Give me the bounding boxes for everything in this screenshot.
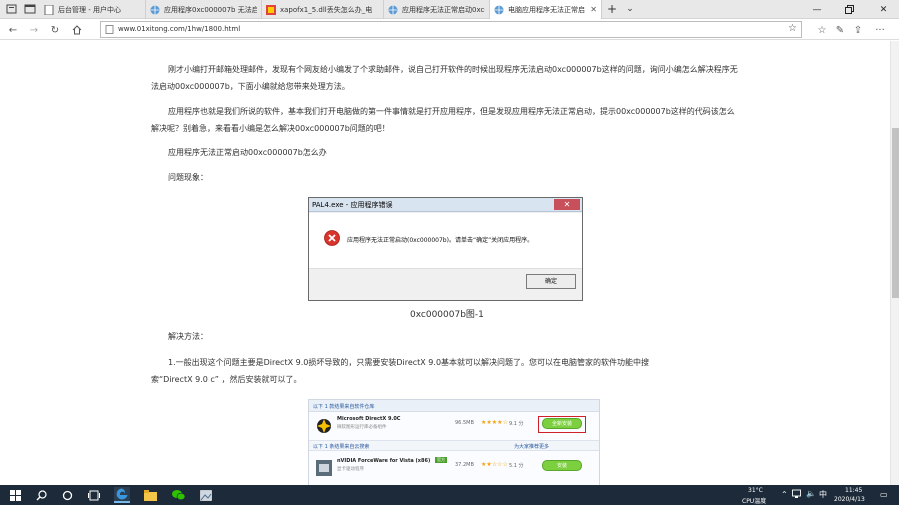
more-icon[interactable]: ··· bbox=[873, 23, 887, 37]
restore-button[interactable] bbox=[834, 0, 864, 19]
software-name: nVIDIA ForceWare for Vista (x86) bbox=[337, 458, 431, 464]
clock-time[interactable]: 11:45 bbox=[845, 487, 862, 494]
cpu-temp-label: CPU温度 bbox=[742, 498, 767, 505]
globe-icon bbox=[150, 5, 160, 15]
url-text: www.01xitong.com/1hw/1800.html bbox=[118, 25, 241, 33]
clock-date[interactable]: 2020/4/13 bbox=[834, 496, 865, 503]
error-dialog-image: PAL4.exe - 应用程序错误 ✕ 应用程序无法正常启动(0xc000007… bbox=[308, 197, 583, 301]
software-list-subheader: 以下 1 条结果来自云搜索 为大家推荐更多 bbox=[309, 440, 599, 451]
software-score: 9.1 分 bbox=[509, 421, 524, 427]
software-size: 37.2MB bbox=[455, 462, 474, 468]
more-link: 为大家推荐更多 bbox=[513, 444, 549, 450]
tab-active-article[interactable]: 电脑应用程序无法正常启 ✕ bbox=[490, 0, 602, 19]
edge-browser-icon[interactable] bbox=[114, 487, 130, 503]
ime-indicator[interactable]: 中 bbox=[819, 489, 827, 500]
wechat-icon[interactable] bbox=[170, 487, 186, 503]
tab-label: 后台管理 - 用户中心 bbox=[58, 5, 121, 14]
task-view-icon[interactable] bbox=[86, 487, 102, 503]
file-explorer-icon[interactable] bbox=[142, 487, 158, 503]
step1-line2: 索“DirectX 9.0 c” ，然后安装就可以了。 bbox=[151, 375, 302, 384]
taskbar: 31°C CPU温度 ⌃ 🔈 中 11:45 2020/4/13 ▭ bbox=[0, 485, 899, 505]
software-desc: 显卡驱动程序 bbox=[337, 467, 364, 472]
network-icon[interactable] bbox=[792, 489, 803, 501]
windows-start-icon[interactable] bbox=[7, 487, 23, 503]
software-list-image: 以下 1 款结果来自软件仓库 Microsoft DirectX 9.0C 微软… bbox=[308, 399, 600, 485]
article-subtitle: 应用程序无法正常启动00xc000007b怎么办 bbox=[168, 148, 327, 157]
scrollbar-thumb[interactable] bbox=[892, 128, 899, 298]
tab-0xc000007b[interactable]: 应用程序0xc000007b 无法启 bbox=[146, 0, 262, 19]
share-icon[interactable]: ⇪ bbox=[851, 23, 865, 37]
tab-label: 电脑应用程序无法正常启 bbox=[508, 5, 585, 14]
favorite-star-icon[interactable]: ☆ bbox=[788, 23, 797, 34]
dialog-titlebar: PAL4.exe - 应用程序错误 bbox=[309, 198, 582, 212]
subheader-text: 以下 1 条结果来自云搜索 bbox=[313, 444, 370, 450]
notes-icon[interactable]: ✎ bbox=[833, 23, 847, 37]
dialog-message: 应用程序无法正常启动(0xc000007b)。请单击“确定”关闭应用程序。 bbox=[347, 237, 534, 244]
close-window-button[interactable]: ✕ bbox=[868, 0, 899, 19]
step1-line1: 1.一般出现这个问题主要是DirectX 9.0损坏导致的，只需要安装Direc… bbox=[168, 358, 650, 367]
tab-app-cannot-start[interactable]: 应用程序无法正常启动0xc00 bbox=[384, 0, 490, 19]
site-icon bbox=[266, 4, 276, 15]
image-viewer-icon[interactable] bbox=[198, 487, 214, 503]
official-tag: 官方 bbox=[435, 457, 447, 463]
cpu-temp-value: 31°C bbox=[748, 487, 763, 494]
tab-label: xapofx1_5.dll丢失怎么办_电 bbox=[280, 5, 373, 14]
solution-label: 解决方法： bbox=[168, 332, 208, 341]
close-tab-icon[interactable]: ✕ bbox=[590, 5, 597, 14]
dialog-body: 应用程序无法正常启动(0xc000007b)。请单击“确定”关闭应用程序。 bbox=[309, 213, 582, 268]
minimize-button[interactable]: — bbox=[802, 0, 832, 19]
highlight-box bbox=[538, 416, 586, 433]
software-install-button: 安装 bbox=[542, 460, 582, 471]
tab-actions-icon[interactable] bbox=[6, 3, 18, 15]
home-icon[interactable] bbox=[70, 23, 84, 37]
software-list-header: 以下 1 款结果来自软件仓库 bbox=[309, 400, 599, 412]
error-icon bbox=[324, 230, 340, 246]
dialog-title: PAL4.exe - 应用程序错误 bbox=[312, 201, 393, 209]
software-desc: 微软图形运行库必备组件 bbox=[337, 425, 387, 430]
globe-icon bbox=[494, 5, 504, 15]
dialog-ok-button: 确定 bbox=[526, 274, 576, 289]
tab-xapofx[interactable]: xapofx1_5.dll丢失怎么办_电 bbox=[262, 0, 384, 19]
nvidia-logo-icon bbox=[316, 460, 332, 476]
set-aside-tabs-icon[interactable] bbox=[24, 3, 36, 15]
search-icon[interactable] bbox=[33, 487, 49, 503]
software-name: Microsoft DirectX 9.0C bbox=[337, 416, 401, 422]
directx-logo-icon bbox=[316, 418, 332, 434]
paragraph-intro: 刚才小编打开邮箱处理邮件，发现有个网友给小编发了个求助邮件，说自己打开软件的时候… bbox=[151, 65, 738, 91]
page-icon bbox=[44, 4, 54, 15]
volume-icon[interactable]: 🔈 bbox=[806, 489, 816, 498]
page-info-icon[interactable] bbox=[105, 25, 114, 34]
rating-stars-icon: ★★☆☆☆ bbox=[481, 461, 508, 468]
navigation-bar: ← → ↻ www.01xitong.com/1hw/1800.html ☆ ☆… bbox=[0, 19, 899, 40]
show-hidden-icons-icon[interactable]: ⌃ bbox=[781, 490, 788, 499]
back-arrow-icon[interactable]: ← bbox=[6, 23, 20, 37]
globe-icon bbox=[388, 5, 398, 15]
address-bar[interactable]: www.01xitong.com/1hw/1800.html ☆ bbox=[100, 21, 802, 38]
tab-label: 应用程序0xc000007b 无法启 bbox=[164, 5, 257, 14]
software-row: nVIDIA ForceWare for Vista (x86) 官方 显卡驱动… bbox=[309, 454, 599, 482]
refresh-icon[interactable]: ↻ bbox=[48, 23, 62, 37]
software-size: 96.5MB bbox=[455, 420, 474, 426]
notification-icon[interactable]: ▭ bbox=[880, 490, 888, 499]
tab-user-center[interactable]: 后台管理 - 用户中心 bbox=[40, 0, 146, 19]
rating-stars-icon: ★★★★☆ bbox=[481, 419, 508, 426]
dialog-close-icon: ✕ bbox=[554, 199, 580, 210]
favorites-icon[interactable]: ☆ bbox=[815, 23, 829, 37]
cortana-icon[interactable] bbox=[59, 487, 75, 503]
tab-strip: 后台管理 - 用户中心 应用程序0xc000007b 无法启 xapofx1_5… bbox=[0, 0, 899, 19]
tab-label: 应用程序无法正常启动0xc00 bbox=[402, 5, 485, 14]
figure-caption: 0xc000007b图-1 bbox=[410, 310, 484, 320]
symptom-label: 问题现象： bbox=[168, 173, 208, 182]
forward-arrow-icon[interactable]: → bbox=[27, 23, 41, 37]
new-tab-icon[interactable]: + bbox=[606, 3, 618, 15]
paragraph-explanation: 应用程序也就是我们所说的软件，基本我们打开电脑做的第一件事情就是打开应用程序，但… bbox=[151, 107, 735, 133]
vertical-scrollbar[interactable] bbox=[890, 41, 899, 485]
page-content: 刚才小编打开邮箱处理邮件，发现有个网友给小编发了个求助邮件，说自己打开软件的时候… bbox=[0, 41, 890, 485]
software-score: 5.1 分 bbox=[509, 463, 524, 469]
restore-icon bbox=[844, 5, 854, 14]
chevron-down-icon[interactable]: ⌄ bbox=[624, 3, 636, 15]
